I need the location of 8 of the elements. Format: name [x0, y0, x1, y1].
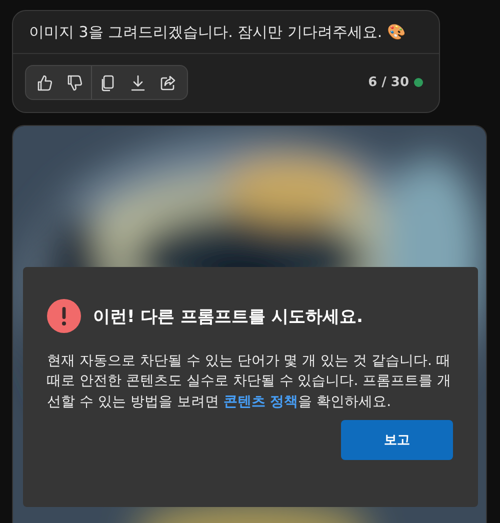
message-text: 이미지 3을 그려드리겠습니다. 잠시만 기다려주세요. 🎨 [13, 11, 439, 54]
content-policy-link[interactable]: 콘텐츠 정책 [223, 394, 298, 410]
dialog-message: 현재 자동으로 차단될 수 있는 단어가 몇 개 있는 것 같습니다. 때때로 안전한 콘텐츠도 실수로 차단될 수 있습니다. 프롬프트를 개선할 수 있는 방법을 보려면 콘텐츠 정책을 확인하세요. [47, 352, 452, 412]
usage-counter: 6 / 30 [368, 75, 409, 90]
error-icon [47, 299, 81, 333]
report-button[interactable]: 보고 [341, 420, 453, 460]
status-dot [414, 78, 423, 87]
dialog-title: 이런! 다른 프롬프트를 시도하세요. [93, 306, 363, 328]
